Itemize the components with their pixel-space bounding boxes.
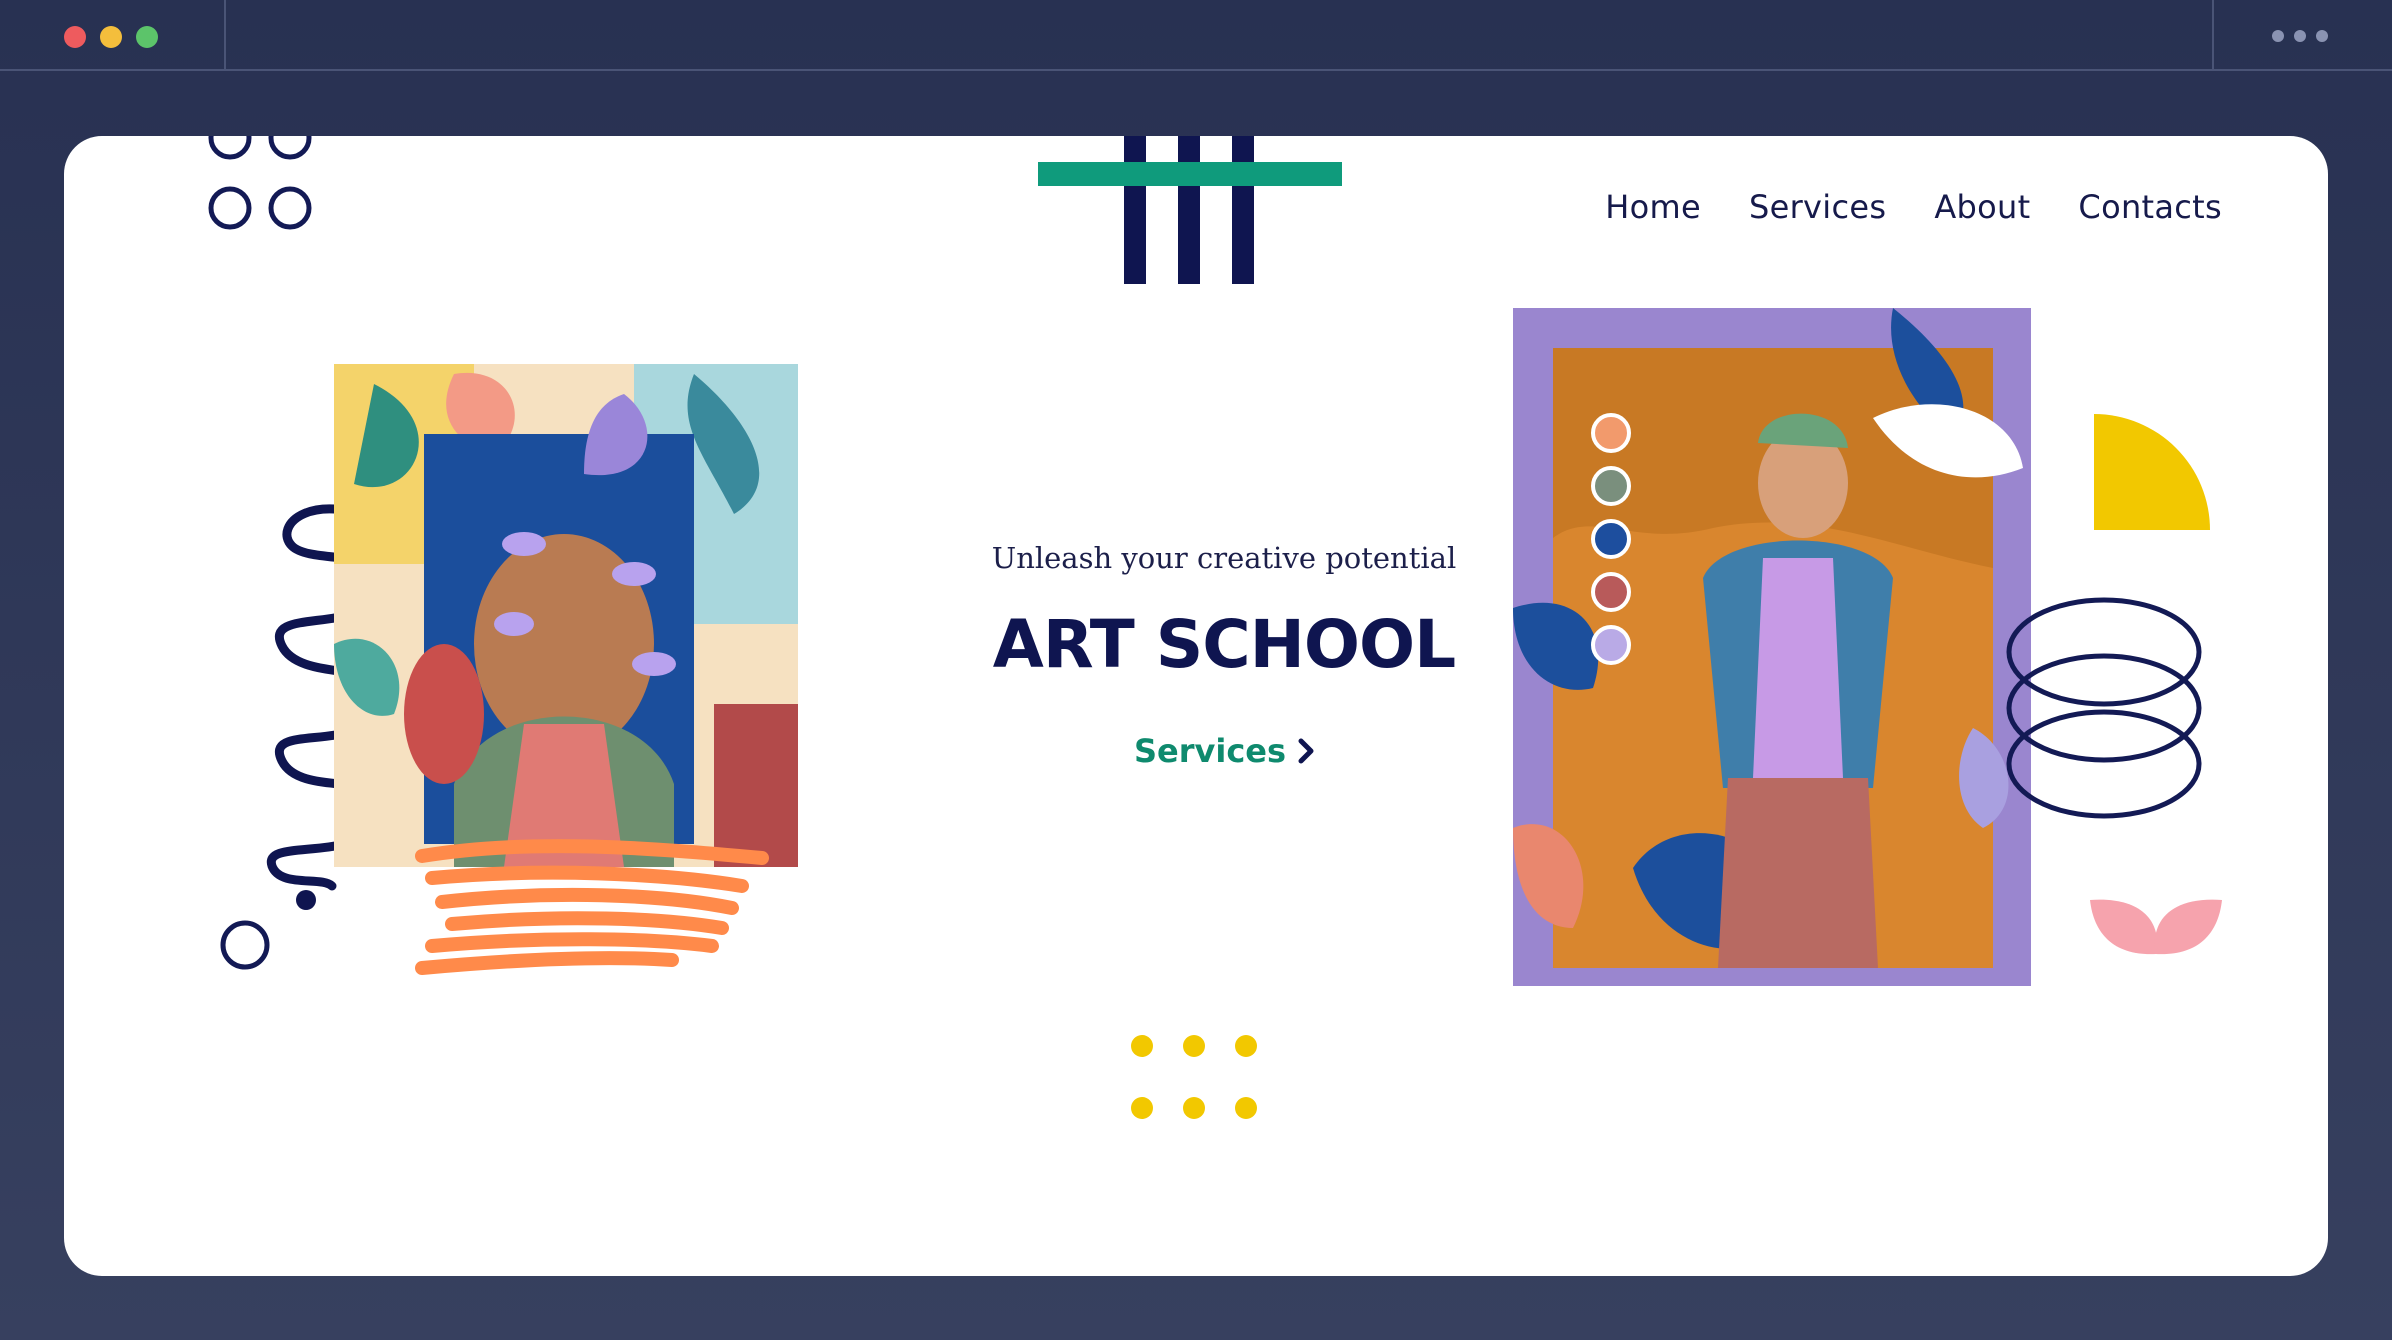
titlebar-divider-right — [2212, 0, 2214, 71]
nav-home-link[interactable]: Home — [1605, 188, 1701, 226]
services-cta-button[interactable]: Services — [1076, 732, 1376, 770]
orange-scribble-decoration — [415, 839, 769, 975]
nav-about-link[interactable]: About — [1934, 188, 2030, 226]
more-dots-icon[interactable] — [2270, 24, 2330, 48]
titlebar-divider-left — [224, 0, 226, 71]
quarter-circle-decoration — [2094, 414, 2210, 530]
chevron-right-icon — [1298, 738, 1314, 764]
logo-bars[interactable] — [1038, 136, 1342, 286]
close-window-button[interactable] — [64, 26, 86, 48]
dots-decoration — [1131, 1035, 1257, 1119]
main-navigation: Home Services About Contacts — [1605, 188, 2222, 226]
nav-services-link[interactable]: Services — [1749, 188, 1886, 226]
circles-decoration — [208, 136, 312, 230]
hero-title: ART SCHOOL — [992, 606, 1456, 683]
minimize-window-button[interactable] — [100, 26, 122, 48]
window-titlebar — [0, 0, 2392, 71]
maximize-window-button[interactable] — [136, 26, 158, 48]
pink-leaf-decoration — [2090, 899, 2222, 955]
website-card: Home Services About Contacts Unleash you… — [64, 136, 2328, 1276]
nav-contacts-link[interactable]: Contacts — [2078, 188, 2222, 226]
hero-tagline: Unleash your creative potential — [991, 541, 1457, 575]
services-cta-label: Services — [1133, 732, 1287, 770]
fashion-collage-image — [1513, 308, 2031, 986]
portrait-collage-image — [334, 364, 798, 867]
rings-decoration — [2006, 597, 2202, 819]
ring-decoration — [220, 920, 270, 970]
